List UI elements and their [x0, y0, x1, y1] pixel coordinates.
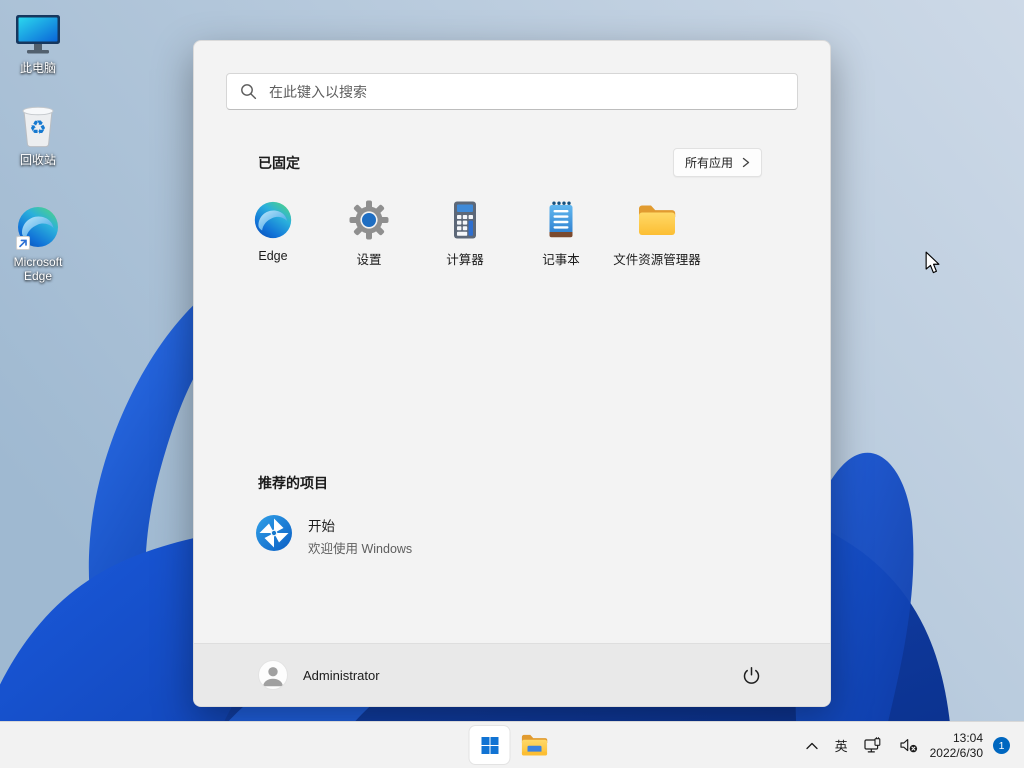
get-started-icon	[255, 514, 293, 557]
show-hidden-icons-button[interactable]	[797, 722, 827, 768]
recommended-item-subtitle: 欢迎使用 Windows	[308, 541, 413, 556]
desktop-icon-microsoft-edge[interactable]: Microsoft Edge	[0, 204, 76, 284]
pinned-app-label: 记事本	[542, 253, 580, 267]
this-pc-icon	[15, 10, 61, 56]
desktop-icon-this-pc[interactable]: 此电脑	[0, 10, 76, 75]
edge-icon	[253, 199, 293, 241]
shortcut-arrow-icon	[16, 236, 30, 250]
search-box	[226, 73, 798, 110]
clock-time: 13:04	[952, 730, 983, 745]
power-button[interactable]	[734, 658, 768, 692]
pinned-app-label: Edge	[258, 249, 288, 263]
edge-icon	[16, 204, 60, 250]
recommended-item-get-started[interactable]: 开始 欢迎使用 Windows	[255, 514, 830, 557]
user-name[interactable]: Administrator	[303, 668, 380, 683]
notification-badge[interactable]: 1	[993, 737, 1010, 754]
power-icon	[743, 666, 759, 684]
volume-button[interactable]	[892, 722, 926, 768]
network-button[interactable]	[856, 722, 892, 768]
search-input[interactable]	[226, 73, 798, 110]
pinned-app-label: 设置	[356, 253, 382, 267]
pinned-app-calculator[interactable]: 计算器	[417, 199, 513, 268]
network-icon	[864, 737, 880, 753]
start-menu: 已固定 所有应用	[193, 40, 831, 707]
notepad-icon	[541, 199, 581, 241]
folder-icon	[521, 734, 548, 756]
desktop-icon-label: Microsoft Edge	[13, 255, 63, 284]
volume-muted-icon	[900, 739, 917, 753]
chevron-right-icon	[742, 157, 750, 168]
pinned-app-file-explorer[interactable]: 文件资源管理器	[609, 199, 705, 268]
folder-icon	[637, 199, 677, 241]
start-button[interactable]	[469, 726, 510, 764]
pinned-app-notepad[interactable]: 记事本	[513, 199, 609, 268]
user-avatar[interactable]	[258, 660, 288, 690]
input-language-indicator[interactable]: 英	[827, 722, 856, 768]
calculator-icon	[445, 199, 485, 241]
pinned-app-settings[interactable]: 设置	[321, 199, 417, 268]
recommended-item-title: 开始	[308, 518, 335, 534]
pinned-apps-grid: Edge 设置 计算器 记事本 文件资源管理器	[225, 199, 830, 268]
chevron-up-icon	[805, 742, 818, 749]
desktop-icon-label: 回收站	[19, 153, 56, 167]
clock-date: 2022/6/30	[929, 745, 983, 760]
windows-logo-icon	[481, 736, 498, 754]
start-menu-footer: Administrator	[194, 643, 830, 706]
taskbar-file-explorer-button[interactable]	[515, 726, 555, 764]
recycle-bin-icon: ♻	[17, 102, 59, 148]
all-apps-label: 所有应用	[684, 156, 733, 170]
pinned-app-edge[interactable]: Edge	[225, 199, 321, 268]
gear-icon	[349, 199, 389, 241]
all-apps-button[interactable]: 所有应用	[672, 148, 762, 177]
pinned-app-label: 计算器	[446, 253, 484, 267]
pinned-section-title: 已固定	[258, 154, 300, 171]
search-icon	[240, 83, 257, 105]
desktop-icon-label: 此电脑	[19, 61, 56, 75]
taskbar: 英 13:04 2022/6/30 1	[0, 721, 1024, 768]
taskbar-clock[interactable]: 13:04 2022/6/30	[930, 731, 983, 761]
svg-text:♻: ♻	[29, 117, 46, 139]
system-tray: 英 13:04 2022/6/30 1	[797, 722, 1014, 768]
recommended-section-title: 推荐的项目	[258, 475, 328, 491]
pinned-app-label: 文件资源管理器	[613, 253, 701, 267]
desktop-icon-recycle-bin[interactable]: ♻ 回收站	[0, 102, 76, 167]
